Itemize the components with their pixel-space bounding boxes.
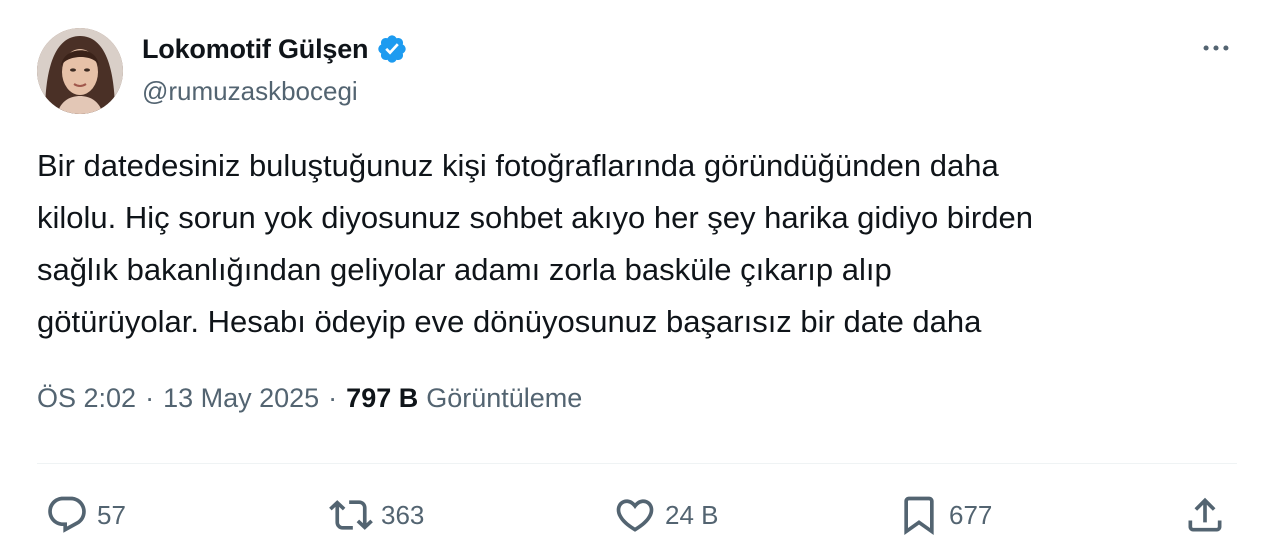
reply-button[interactable]: 57 [45, 488, 126, 542]
avatar[interactable] [37, 28, 123, 114]
share-icon [1188, 497, 1222, 532]
user-handle[interactable]: @rumuzaskbocegi [142, 76, 358, 107]
verified-badge-icon[interactable] [376, 33, 408, 65]
tweet-text: Bir datedesiniz buluştuğunuz kişi fotoğr… [37, 148, 1033, 339]
retweet-icon [329, 500, 373, 530]
views-count[interactable]: 797 B [346, 383, 418, 414]
divider [37, 463, 1237, 464]
reply-count: 57 [97, 499, 126, 530]
action-bar: 57 363 24 B 677 [37, 488, 1237, 542]
views-label[interactable]: Görüntüleme [426, 383, 582, 414]
more-options-button[interactable] [1195, 30, 1237, 66]
tweet-meta: ÖS 2:02 · 13 May 2025 · 797 B Görüntülem… [37, 383, 582, 414]
retweet-button[interactable]: 363 [329, 488, 424, 542]
avatar-image [37, 28, 123, 114]
retweet-count: 363 [381, 499, 425, 530]
tweet-time[interactable]: ÖS 2:02 [37, 383, 136, 414]
name-row: Lokomotif Gülşen [142, 32, 408, 66]
tweet-card: Lokomotif Gülşen @rumuzaskbocegi Bir dat… [0, 0, 1272, 548]
bookmark-count: 677 [949, 499, 993, 530]
meta-separator: · [145, 383, 155, 413]
reply-icon [48, 496, 86, 533]
tweet-date[interactable]: 13 May 2025 [163, 383, 319, 414]
heart-icon [616, 499, 654, 532]
bookmark-button[interactable]: 677 [897, 488, 992, 542]
meta-separator: · [328, 383, 338, 413]
like-count: 24 B [665, 499, 719, 530]
like-button[interactable]: 24 B [613, 488, 719, 542]
share-button[interactable] [1183, 488, 1227, 542]
bookmark-icon [904, 496, 934, 536]
more-horizontal-icon [1203, 45, 1229, 51]
display-name[interactable]: Lokomotif Gülşen [142, 34, 369, 65]
